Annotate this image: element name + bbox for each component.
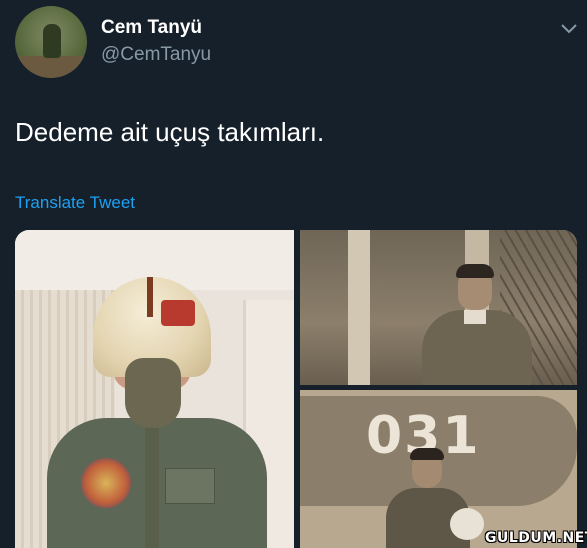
avatar-ground <box>15 56 87 78</box>
media-photo-vintage-portrait[interactable] <box>300 230 577 385</box>
media-photo-pilot-helmet[interactable] <box>15 230 294 548</box>
translate-tweet-link[interactable]: Translate Tweet <box>15 193 135 213</box>
watermark: GULDUM.NET <box>485 530 587 546</box>
tweet-text: Dedeme ait uçuş takımları. <box>15 117 325 147</box>
held-helmet <box>450 508 484 540</box>
chevron-down-icon[interactable] <box>560 22 578 36</box>
avatar-figure <box>43 24 61 58</box>
helmet-flag-badge <box>161 300 195 326</box>
media-photo-pilot-with-jet[interactable]: 031 <box>300 390 577 548</box>
author-name[interactable]: Cem Tanyü <box>101 17 202 39</box>
author-handle[interactable]: @CemTanyu <box>101 44 211 66</box>
squadron-patch <box>81 458 131 508</box>
avatar[interactable] <box>15 6 87 78</box>
tweet-media-grid: 031 <box>15 230 577 548</box>
oxygen-mask <box>125 358 181 428</box>
